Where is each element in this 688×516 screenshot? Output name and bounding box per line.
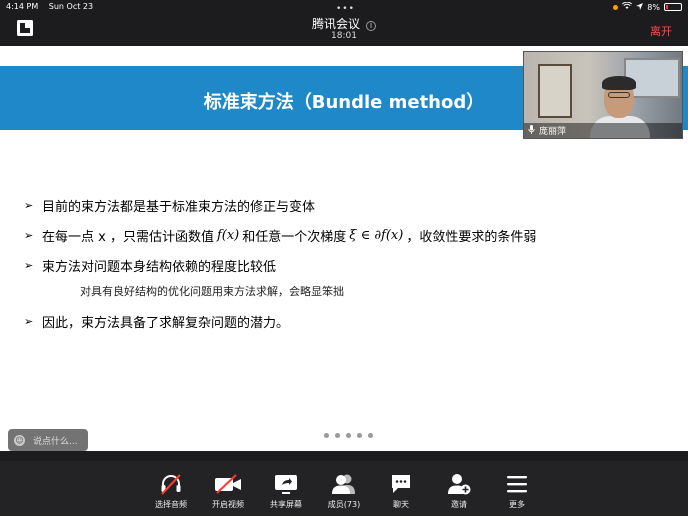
info-icon[interactable]: i [366,21,376,31]
bullet-arrow-icon: ➢ [24,258,34,272]
meeting-elapsed-time: 18:01 [331,31,357,41]
chat-icon [373,471,429,497]
bullet-arrow-icon: ➢ [24,314,34,328]
meeting-header: ••• 腾讯会议 i 18:01 离开 [0,0,688,46]
layout-switch-icon[interactable] [17,20,33,36]
slide-note: 对具有良好结构的优化问题用束方法求解，会略显笨拙 [80,285,344,298]
speaker-name: 庞丽萍 [539,127,567,137]
meeting-title[interactable]: 腾讯会议 i [0,15,688,32]
tool-label: 选择音频 [155,500,187,509]
share-screen-button[interactable]: 共享屏幕 [258,471,314,510]
slide-bullets: ➢ 目前的束方法都是基于标准束方法的修正与变体 ➢ 在每一点 x ，只需估计函数… [24,190,536,280]
slide-bullet: ➢ 在每一点 x ，只需估计函数值 f(x) 和任意一个次梯度 ξ ∈ ∂f(x… [24,220,536,250]
page-dot[interactable] [368,433,373,438]
headset-muted-icon [143,471,199,497]
more-button[interactable]: 更多 [489,471,545,510]
tool-label: 共享屏幕 [270,500,302,509]
tool-label: 成员(73) [327,500,361,509]
page-indicator[interactable] [324,433,373,438]
video-person-hair [602,76,636,90]
invite-icon [431,471,487,497]
bullet-arrow-icon: ➢ [24,198,34,212]
bullet-text: 束方法对问题本身结构依赖的程度比较低 [42,259,277,275]
page-dot[interactable] [357,433,362,438]
emoji-icon[interactable]: ☺ [14,434,25,446]
bullet-text: 目前的束方法都是基于标准束方法的修正与变体 [42,199,316,215]
slide-bullets-lower: ➢ 因此，束方法具备了求解复杂问题的潜力。 [24,306,289,336]
share-screen-icon [258,471,314,497]
video-person-glasses [608,92,630,98]
invite-button[interactable]: 邀请 [431,471,487,510]
chat-input[interactable]: ☺ 说点什么... [8,429,88,451]
chat-placeholder: 说点什么... [33,436,78,447]
bullet-math-function: f(x) [216,227,240,243]
bullet-text: 因此，束方法具备了求解复杂问题的潜力。 [42,315,290,331]
camera-off-icon [200,471,256,497]
window-grabber[interactable]: ••• [336,4,355,14]
members-button[interactable]: 成员(73) [316,471,372,510]
mic-icon [528,124,535,137]
leave-button[interactable]: 离开 [650,23,672,39]
page-dot[interactable] [324,433,329,438]
bullet-text-pre: 在每一点 x ，只需估计函数值 [42,229,214,245]
more-icon [489,471,545,497]
chat-button[interactable]: 聊天 [373,471,429,510]
start-video-button[interactable]: 开启视频 [200,471,256,510]
bullet-text-mid: 和任意一个次梯度 [242,229,347,245]
slide-bullet: ➢ 因此，束方法具备了求解复杂问题的潜力。 [24,306,289,336]
select-audio-button[interactable]: 选择音频 [143,471,199,510]
tool-label: 聊天 [393,500,409,509]
tool-label: 更多 [509,500,525,509]
tool-label: 开启视频 [212,500,244,509]
tool-label: 邀请 [451,500,467,509]
meeting-toolbar: 选择音频 开启视频 共享屏幕 成员(73) 聊天 邀请 更多 [0,461,688,516]
page-dot[interactable] [346,433,351,438]
bullet-text-post: ，收敛性要求的条件弱 [406,229,537,245]
page-dot[interactable] [335,433,340,438]
slide-bullet: ➢ 束方法对问题本身结构依赖的程度比较低 [24,250,536,280]
slide-bullet: ➢ 目前的束方法都是基于标准束方法的修正与变体 [24,190,536,220]
members-icon [316,471,372,497]
meeting-title-text: 腾讯会议 [311,17,360,31]
speaker-name-bar: 庞丽萍 [524,123,682,138]
speaker-video[interactable]: 庞丽萍 [523,51,683,139]
bullet-math-subgradient: ξ ∈ ∂f(x) [349,227,404,243]
bullet-arrow-icon: ➢ [24,228,34,242]
video-shelf [538,64,572,118]
